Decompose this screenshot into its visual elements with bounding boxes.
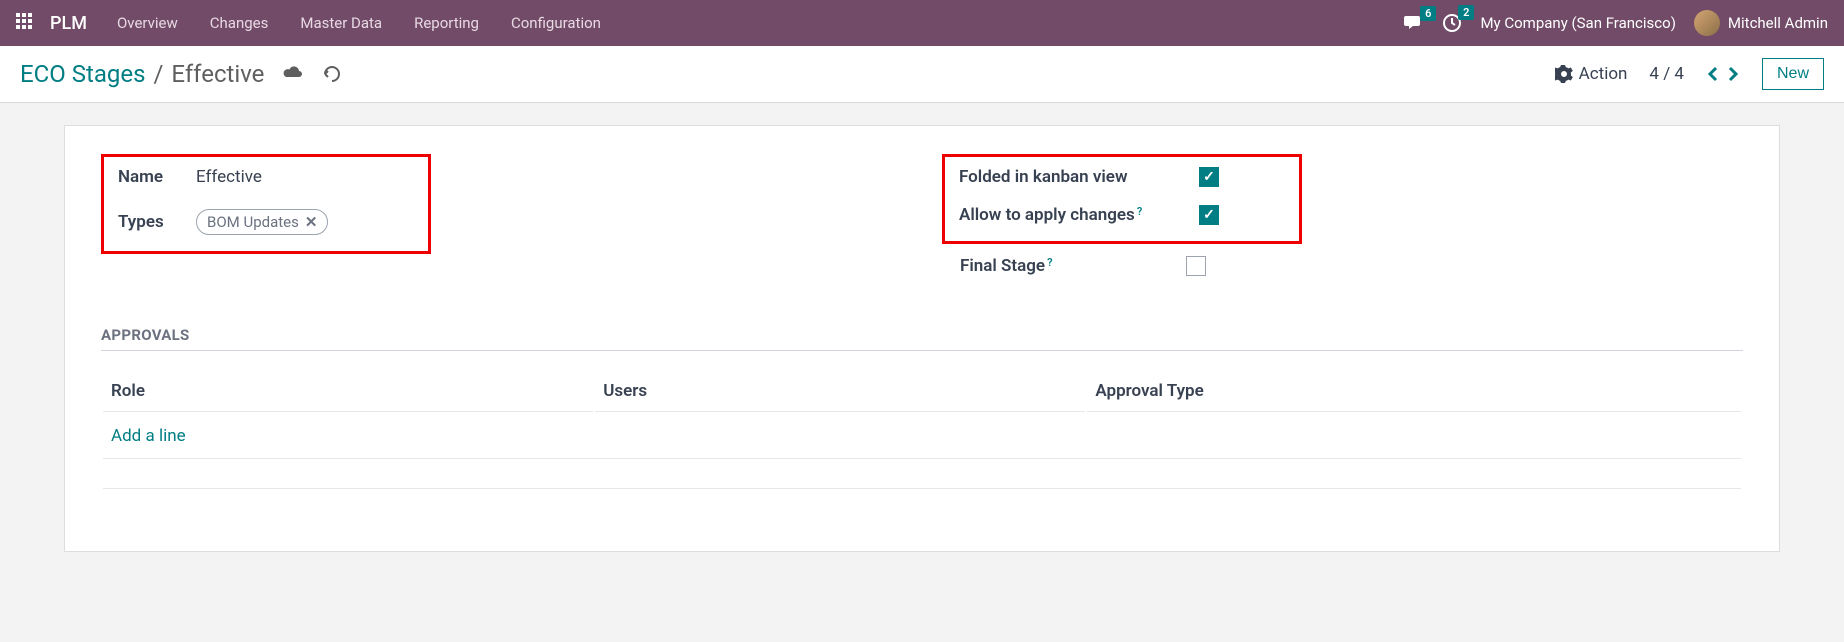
apply-label: Allow to apply changes ? <box>959 205 1199 225</box>
menu-configuration[interactable]: Configuration <box>511 14 601 32</box>
final-label: Final Stage ? <box>960 256 1186 276</box>
pager-arrows <box>1706 64 1740 84</box>
name-label: Name <box>118 167 196 187</box>
types-tag-text: BOM Updates <box>207 213 299 231</box>
activities-icon[interactable]: 2 <box>1442 13 1462 33</box>
title-icons <box>282 64 342 84</box>
table-row: Add a line <box>103 414 1741 459</box>
new-button[interactable]: New <box>1762 58 1824 90</box>
user-menu[interactable]: Mitchell Admin <box>1694 10 1828 36</box>
breadcrumb-sep: / <box>153 60 163 88</box>
help-icon[interactable]: ? <box>1047 256 1052 269</box>
types-label: Types <box>118 212 196 232</box>
messages-badge: 6 <box>1420 6 1436 21</box>
approvals-title: APPROVALS <box>101 326 1743 351</box>
name-value[interactable]: Effective <box>196 167 262 187</box>
breadcrumb: ECO Stages / Effective <box>20 60 264 88</box>
control-bar: ECO Stages / Effective Action 4 / 4 New <box>0 46 1844 103</box>
main-menu: Overview Changes Master Data Reporting C… <box>117 14 601 32</box>
menu-reporting[interactable]: Reporting <box>414 14 479 32</box>
messages-icon[interactable]: 6 <box>1404 14 1424 32</box>
action-label: Action <box>1579 64 1628 84</box>
form-col-right: Folded in kanban view Allow to apply cha… <box>942 154 1743 276</box>
table-header-row: Role Users Approval Type <box>103 371 1741 412</box>
table-row-empty <box>103 461 1741 489</box>
form-col-left: Name Effective Types BOM Updates ✕ <box>101 154 902 276</box>
close-icon[interactable]: ✕ <box>305 213 318 231</box>
chevron-right-icon[interactable] <box>1726 64 1740 84</box>
field-final: Final Stage ? <box>942 256 1743 276</box>
col-role: Role <box>103 371 593 412</box>
form-wrap: Name Effective Types BOM Updates ✕ <box>0 103 1844 574</box>
menu-overview[interactable]: Overview <box>117 14 178 32</box>
col-users: Users <box>595 371 1085 412</box>
field-apply: Allow to apply changes ? <box>959 205 1285 225</box>
highlight-box-left: Name Effective Types BOM Updates ✕ <box>101 154 431 254</box>
action-button[interactable]: Action <box>1555 64 1628 84</box>
cloud-icon[interactable] <box>282 64 304 82</box>
apply-checkbox[interactable] <box>1199 205 1219 225</box>
folded-label: Folded in kanban view <box>959 167 1199 187</box>
help-icon[interactable]: ? <box>1137 205 1142 218</box>
approvals-table: Role Users Approval Type Add a line <box>101 369 1743 491</box>
avatar <box>1694 10 1720 36</box>
nav-right: 6 2 My Company (San Francisco) Mitchell … <box>1404 10 1828 36</box>
approvals-section: APPROVALS Role Users Approval Type Add a… <box>101 326 1743 491</box>
pager[interactable]: 4 / 4 <box>1649 64 1684 84</box>
form-sheet: Name Effective Types BOM Updates ✕ <box>64 125 1780 552</box>
apps-icon[interactable] <box>16 13 36 33</box>
final-checkbox[interactable] <box>1186 256 1206 276</box>
gear-icon <box>1555 65 1573 83</box>
chevron-left-icon[interactable] <box>1706 64 1720 84</box>
undo-icon[interactable] <box>322 64 342 84</box>
field-types: Types BOM Updates ✕ <box>118 209 414 235</box>
company-selector[interactable]: My Company (San Francisco) <box>1480 14 1675 32</box>
field-name: Name Effective <box>118 167 414 187</box>
highlight-box-right: Folded in kanban view Allow to apply cha… <box>942 154 1302 244</box>
field-folded: Folded in kanban view <box>959 167 1285 187</box>
menu-changes[interactable]: Changes <box>210 14 269 32</box>
top-nav: PLM Overview Changes Master Data Reporti… <box>0 0 1844 46</box>
add-line-link[interactable]: Add a line <box>111 426 186 446</box>
app-name[interactable]: PLM <box>50 13 87 34</box>
folded-checkbox[interactable] <box>1199 167 1219 187</box>
activities-badge: 2 <box>1458 5 1474 20</box>
breadcrumb-current: Effective <box>171 60 264 88</box>
breadcrumb-root[interactable]: ECO Stages <box>20 60 145 88</box>
form-row: Name Effective Types BOM Updates ✕ <box>101 154 1743 276</box>
right-controls: Action 4 / 4 New <box>1555 58 1824 90</box>
menu-master-data[interactable]: Master Data <box>300 14 382 32</box>
col-type: Approval Type <box>1087 371 1741 412</box>
user-name: Mitchell Admin <box>1728 14 1828 32</box>
types-tag[interactable]: BOM Updates ✕ <box>196 209 328 235</box>
